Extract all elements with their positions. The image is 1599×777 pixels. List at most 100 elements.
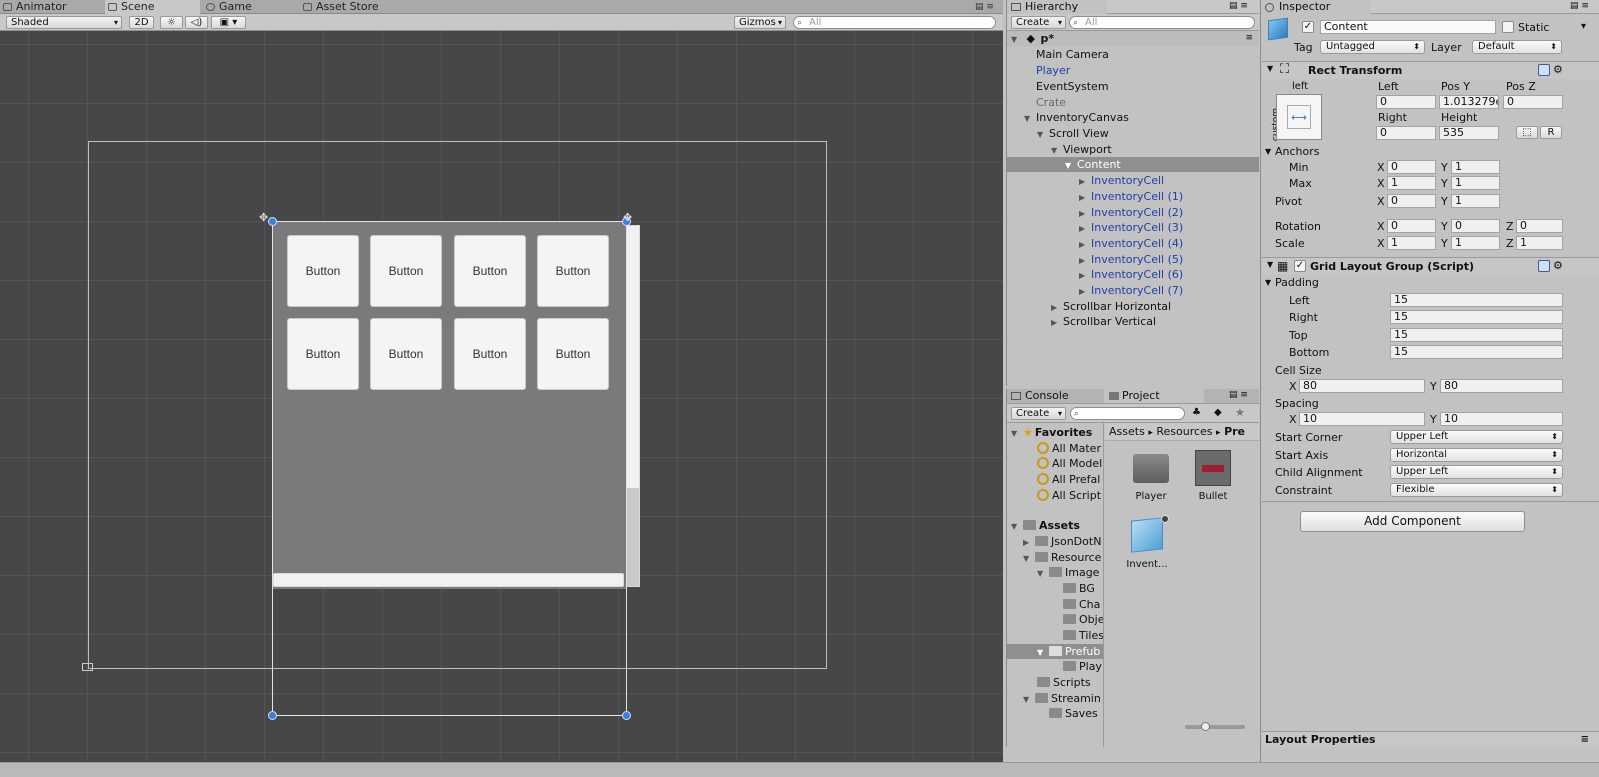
gear-icon[interactable]: ⚙: [1553, 259, 1563, 272]
scale-x-field[interactable]: 1: [1387, 236, 1436, 250]
folder-item[interactable]: ▼ Resource: [1007, 550, 1101, 565]
breadcrumb-item[interactable]: Pre: [1224, 425, 1245, 438]
folder-item[interactable]: Play: [1007, 659, 1102, 674]
scale-z-field[interactable]: 1: [1516, 236, 1563, 250]
hierarchy-item[interactable]: Player: [1007, 63, 1070, 78]
folder-item[interactable]: ▼ Streamin: [1007, 691, 1101, 706]
scale-y-field[interactable]: 1: [1451, 236, 1500, 250]
anchor-pivot-icon[interactable]: ✥: [259, 211, 268, 224]
pos-y-field[interactable]: 1.013279e: [1439, 95, 1499, 109]
hierarchy-item[interactable]: ▶ InventoryCell: [1007, 173, 1164, 188]
hierarchy-item[interactable]: ▼ Scroll View: [1007, 126, 1109, 141]
pivot-x-field[interactable]: 0: [1387, 194, 1436, 208]
help-book-icon[interactable]: [1538, 64, 1550, 76]
hierarchy-item-selected[interactable]: ▼ Content: [1007, 157, 1259, 172]
rotation-z-field[interactable]: 0: [1516, 219, 1563, 233]
anchor-min-x-field[interactable]: 0: [1387, 160, 1436, 174]
grid-layout-header[interactable]: ▼ ▦ ✓ Grid Layout Group (Script) ⚙: [1262, 257, 1599, 275]
raw-edit-button[interactable]: R: [1540, 126, 1562, 139]
favorite-item[interactable]: All Prefal: [1007, 472, 1100, 487]
collapse-arrow-icon[interactable]: ▼: [1265, 276, 1271, 289]
spacing-x-field[interactable]: 10: [1299, 412, 1425, 426]
start-axis-dropdown[interactable]: Horizontal ⬍: [1390, 448, 1563, 462]
rect-handle-bottom-right[interactable]: [622, 711, 631, 720]
lighting-toggle-icon[interactable]: ☼: [160, 16, 183, 29]
static-checkbox[interactable]: [1502, 21, 1514, 33]
content-selection-rect[interactable]: [272, 221, 627, 716]
hierarchy-item[interactable]: Crate: [1007, 95, 1066, 110]
gizmos-dropdown[interactable]: Gizmos ▾: [734, 16, 786, 29]
canvas-corner-handle[interactable]: [82, 663, 93, 671]
project-search-input[interactable]: ⌕: [1070, 407, 1185, 420]
padding-top-field[interactable]: 15: [1390, 328, 1563, 342]
gear-icon[interactable]: ⚙: [1553, 63, 1563, 76]
bullet-prefab-icon[interactable]: [1195, 450, 1231, 486]
hierarchy-item[interactable]: ▼ Viewport: [1007, 142, 1112, 157]
hierarchy-search-input[interactable]: ⌕ All: [1069, 16, 1255, 29]
audio-toggle-icon[interactable]: ◁): [185, 16, 208, 29]
constraint-dropdown[interactable]: Flexible ⬍: [1390, 483, 1563, 497]
asset-item-label[interactable]: Invent...: [1111, 559, 1183, 570]
hierarchy-item[interactable]: ▶ InventoryCell (7): [1007, 283, 1183, 298]
help-book-icon[interactable]: [1538, 260, 1550, 272]
prefab-cube-icon[interactable]: [1131, 517, 1163, 553]
rotation-x-field[interactable]: 0: [1387, 219, 1436, 233]
scene-viewport[interactable]: Button Button Button Button Button Butto…: [0, 31, 1003, 762]
collapse-arrow-icon[interactable]: ▼: [1265, 145, 1271, 158]
folder-item[interactable]: ▼ Image: [1007, 565, 1099, 580]
panel-menu-icon[interactable]: ▤ ≡: [1229, 1, 1248, 11]
cell-size-y-field[interactable]: 80: [1440, 379, 1563, 393]
hierarchy-item[interactable]: ▼ InventoryCanvas: [1007, 110, 1129, 125]
hierarchy-create-dropdown[interactable]: Create ▾: [1011, 16, 1066, 29]
folder-item[interactable]: Saves: [1007, 706, 1098, 721]
favorite-star-icon[interactable]: ★: [1235, 406, 1245, 419]
static-dropdown-icon[interactable]: ▾: [1581, 21, 1586, 32]
rect-transform-header[interactable]: ▼ ⛶ Rect Transform ⚙: [1262, 61, 1599, 79]
anchor-min-y-field[interactable]: 1: [1451, 160, 1500, 174]
hierarchy-item[interactable]: ▶ InventoryCell (4): [1007, 236, 1183, 251]
layout-properties-header[interactable]: Layout Properties ≡: [1262, 731, 1599, 747]
tab-project[interactable]: Project: [1104, 389, 1204, 403]
folder-item-selected[interactable]: ▼ Prefub: [1007, 644, 1103, 659]
hierarchy-item[interactable]: ▶ Scrollbar Vertical: [1007, 314, 1156, 329]
shading-mode-dropdown[interactable]: Shaded ▾: [6, 16, 122, 29]
folder-item[interactable]: Tiles: [1007, 628, 1103, 643]
hierarchy-item[interactable]: ▶ InventoryCell (5): [1007, 252, 1183, 267]
prefab-folder-icon[interactable]: [1133, 454, 1169, 483]
hierarchy-item[interactable]: ▶ InventoryCell (1): [1007, 189, 1183, 204]
folder-item[interactable]: Scripts: [1007, 675, 1091, 690]
layer-dropdown[interactable]: Default ⬍: [1472, 40, 1562, 54]
folder-item[interactable]: ▶ JsonDotN: [1007, 534, 1101, 549]
blueprint-mode-icon[interactable]: ⬚: [1516, 126, 1538, 139]
add-component-button[interactable]: Add Component: [1300, 511, 1525, 532]
cell-size-x-field[interactable]: 80: [1299, 379, 1425, 393]
tab-inspector[interactable]: Inspector: [1261, 0, 1371, 14]
filter-by-type-icon[interactable]: ♣: [1192, 407, 1201, 418]
left-field[interactable]: 0: [1376, 95, 1436, 109]
asset-item-label[interactable]: Bullet: [1177, 491, 1249, 502]
start-corner-dropdown[interactable]: Upper Left ⬍: [1390, 430, 1563, 444]
object-name-field[interactable]: Content: [1320, 20, 1496, 34]
child-alignment-dropdown[interactable]: Upper Left ⬍: [1390, 465, 1563, 479]
folder-item[interactable]: BG: [1007, 581, 1095, 596]
padding-right-field[interactable]: 15: [1390, 310, 1563, 324]
scene-root-row[interactable]: ▼ ◆ p* ≡: [1007, 31, 1259, 46]
pivot-y-field[interactable]: 1: [1451, 194, 1500, 208]
effects-toggle-icon[interactable]: ▣ ▾: [211, 16, 246, 29]
tab-animator[interactable]: Animator: [0, 0, 96, 14]
rotation-y-field[interactable]: 0: [1451, 219, 1500, 233]
assets-header[interactable]: ▼ Assets: [1007, 518, 1080, 533]
tab-asset-store[interactable]: Asset Store: [300, 0, 410, 14]
rect-handle-bottom-left[interactable]: [268, 711, 277, 720]
tab-scene[interactable]: Scene: [105, 0, 200, 14]
breadcrumb-item[interactable]: Resources: [1156, 425, 1212, 438]
hierarchy-item[interactable]: ▶ InventoryCell (6): [1007, 267, 1183, 282]
tag-dropdown[interactable]: Untagged ⬍: [1320, 40, 1425, 54]
spacing-y-field[interactable]: 10: [1440, 412, 1563, 426]
hierarchy-item[interactable]: ▶ InventoryCell (3): [1007, 220, 1183, 235]
favorites-header[interactable]: ▼ ★ Favorites: [1007, 425, 1092, 440]
anchor-max-y-field[interactable]: 1: [1451, 176, 1500, 190]
2d-toggle-button[interactable]: 2D: [129, 16, 154, 29]
right-field[interactable]: 0: [1376, 126, 1436, 140]
scene-menu-icon[interactable]: ≡: [1245, 31, 1253, 46]
